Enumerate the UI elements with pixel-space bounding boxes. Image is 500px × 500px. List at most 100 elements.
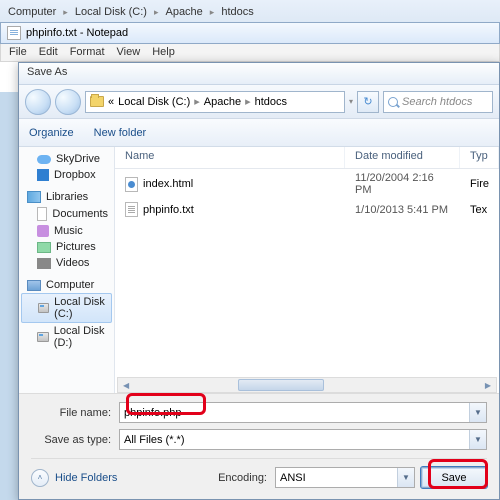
- html-file-icon: [125, 177, 138, 192]
- drive-icon: [38, 303, 49, 313]
- sidebar-label: SkyDrive: [56, 153, 100, 165]
- scroll-thumb[interactable]: [238, 379, 324, 391]
- savetype-label: Save as type:: [31, 434, 119, 446]
- addr-prefix: «: [108, 96, 114, 108]
- file-type: Fire: [460, 178, 499, 190]
- new-folder-button[interactable]: New folder: [94, 127, 147, 139]
- file-list: Name Date modified Typ index.html 11/20/…: [115, 147, 499, 393]
- encoding-label: Encoding:: [218, 472, 267, 484]
- encoding-value: ANSI: [280, 472, 306, 484]
- nav-sidebar: SkyDrive Dropbox Libraries Documents Mus…: [19, 147, 115, 393]
- chevron-up-icon: ˄: [31, 469, 49, 487]
- menu-format[interactable]: Format: [70, 46, 105, 59]
- menu-edit[interactable]: Edit: [39, 46, 58, 59]
- nav-forward-button[interactable]: [55, 89, 81, 115]
- file-date: 1/10/2013 5:41 PM: [345, 204, 460, 216]
- crumb[interactable]: Computer: [8, 6, 56, 18]
- sidebar-item-local-c[interactable]: Local Disk (C:): [21, 293, 112, 323]
- chevron-down-icon[interactable]: ▼: [469, 430, 486, 449]
- crumb[interactable]: Apache: [165, 6, 202, 18]
- column-header-row: Name Date modified Typ: [115, 147, 499, 169]
- chevron-down-icon[interactable]: ▼: [397, 468, 414, 487]
- search-input[interactable]: Search htdocs: [383, 91, 493, 113]
- file-row[interactable]: phpinfo.txt 1/10/2013 5:41 PM Tex: [115, 199, 499, 220]
- sidebar-item-local-d[interactable]: Local Disk (D:): [19, 323, 114, 351]
- file-name: phpinfo.txt: [143, 204, 194, 216]
- savetype-value: All Files (*.*): [124, 434, 185, 446]
- menu-help[interactable]: Help: [152, 46, 175, 59]
- sidebar-label: Libraries: [46, 191, 88, 203]
- filename-input[interactable]: phpinfo.php ▼: [119, 402, 487, 423]
- column-header-type[interactable]: Typ: [460, 147, 499, 168]
- sidebar-label: Local Disk (C:): [54, 296, 105, 320]
- save-button[interactable]: Save: [421, 467, 487, 488]
- chevron-down-icon[interactable]: ▼: [469, 403, 486, 422]
- drive-icon: [37, 332, 49, 342]
- sidebar-item-libraries[interactable]: Libraries: [19, 189, 114, 205]
- sidebar-label: Local Disk (D:): [54, 325, 108, 349]
- music-icon: [37, 225, 49, 237]
- search-placeholder: Search htdocs: [402, 96, 472, 108]
- crumb[interactable]: Local Disk (C:): [118, 96, 190, 108]
- libraries-icon: [27, 191, 41, 203]
- horizontal-scrollbar[interactable]: ◀ ▶: [117, 377, 497, 393]
- sidebar-item-videos[interactable]: Videos: [19, 255, 114, 271]
- savetype-select[interactable]: All Files (*.*) ▼: [119, 429, 487, 450]
- hide-folders-toggle[interactable]: ˄ Hide Folders: [31, 469, 117, 487]
- sidebar-item-documents[interactable]: Documents: [19, 205, 114, 223]
- videos-icon: [37, 258, 51, 269]
- dialog-title: Save As: [27, 66, 67, 78]
- sidebar-label: Dropbox: [54, 169, 96, 181]
- column-header-name[interactable]: Name: [115, 147, 345, 168]
- documents-icon: [37, 207, 47, 221]
- dialog-titlebar[interactable]: Save As: [19, 63, 499, 85]
- sidebar-label: Music: [54, 225, 83, 237]
- computer-icon: [27, 280, 41, 291]
- filename-label: File name:: [31, 407, 119, 419]
- crumb[interactable]: Apache: [204, 96, 241, 108]
- crumb[interactable]: htdocs: [221, 6, 253, 18]
- notepad-icon: [7, 26, 21, 40]
- crumb[interactable]: Local Disk (C:): [75, 6, 147, 18]
- sidebar-item-dropbox[interactable]: Dropbox: [19, 167, 114, 183]
- sidebar-label: Pictures: [56, 241, 96, 253]
- sidebar-label: Computer: [46, 279, 94, 291]
- explorer-breadcrumb[interactable]: Computer Local Disk (C:) Apache htdocs: [8, 6, 254, 18]
- text-file-icon: [125, 202, 138, 217]
- dialog-toolbar: Organize New folder: [19, 119, 499, 147]
- cloud-icon: [37, 155, 51, 164]
- refresh-button[interactable]: ↻: [357, 91, 379, 113]
- file-row[interactable]: index.html 11/20/2004 2:16 PM Fire: [115, 169, 499, 199]
- encoding-select[interactable]: ANSI ▼: [275, 467, 415, 488]
- sidebar-item-pictures[interactable]: Pictures: [19, 239, 114, 255]
- crumb[interactable]: htdocs: [255, 96, 287, 108]
- sidebar-item-computer[interactable]: Computer: [19, 277, 114, 293]
- sidebar-item-skydrive[interactable]: SkyDrive: [19, 151, 114, 167]
- notepad-titlebar[interactable]: phpinfo.txt - Notepad: [0, 22, 500, 44]
- filename-value: phpinfo.php: [124, 407, 182, 419]
- file-name: index.html: [143, 178, 193, 190]
- refresh-icon: ↻: [363, 95, 372, 108]
- dropbox-icon: [37, 169, 49, 181]
- address-bar[interactable]: « Local Disk (C:)▸ Apache▸ htdocs: [85, 91, 345, 113]
- window-title: phpinfo.txt - Notepad: [26, 27, 128, 39]
- pictures-icon: [37, 242, 51, 253]
- scroll-right-arrow[interactable]: ▶: [481, 379, 495, 391]
- menu-view[interactable]: View: [117, 46, 141, 59]
- folder-icon: [90, 96, 104, 107]
- column-header-date[interactable]: Date modified: [345, 147, 460, 168]
- notepad-menubar: File Edit Format View Help: [0, 44, 500, 62]
- sidebar-item-music[interactable]: Music: [19, 223, 114, 239]
- file-date: 11/20/2004 2:16 PM: [345, 172, 460, 196]
- save-form: File name: phpinfo.php ▼ Save as type: A…: [19, 393, 499, 494]
- menu-file[interactable]: File: [9, 46, 27, 59]
- hide-folders-label: Hide Folders: [55, 472, 117, 484]
- organize-menu[interactable]: Organize: [29, 127, 74, 139]
- scroll-left-arrow[interactable]: ◀: [119, 379, 133, 391]
- dialog-navbar: « Local Disk (C:)▸ Apache▸ htdocs ▾ ↻ Se…: [19, 85, 499, 119]
- search-icon: [388, 97, 398, 107]
- sidebar-label: Documents: [52, 208, 108, 220]
- sidebar-label: Videos: [56, 257, 89, 269]
- nav-back-button[interactable]: [25, 89, 51, 115]
- file-type: Tex: [460, 204, 497, 216]
